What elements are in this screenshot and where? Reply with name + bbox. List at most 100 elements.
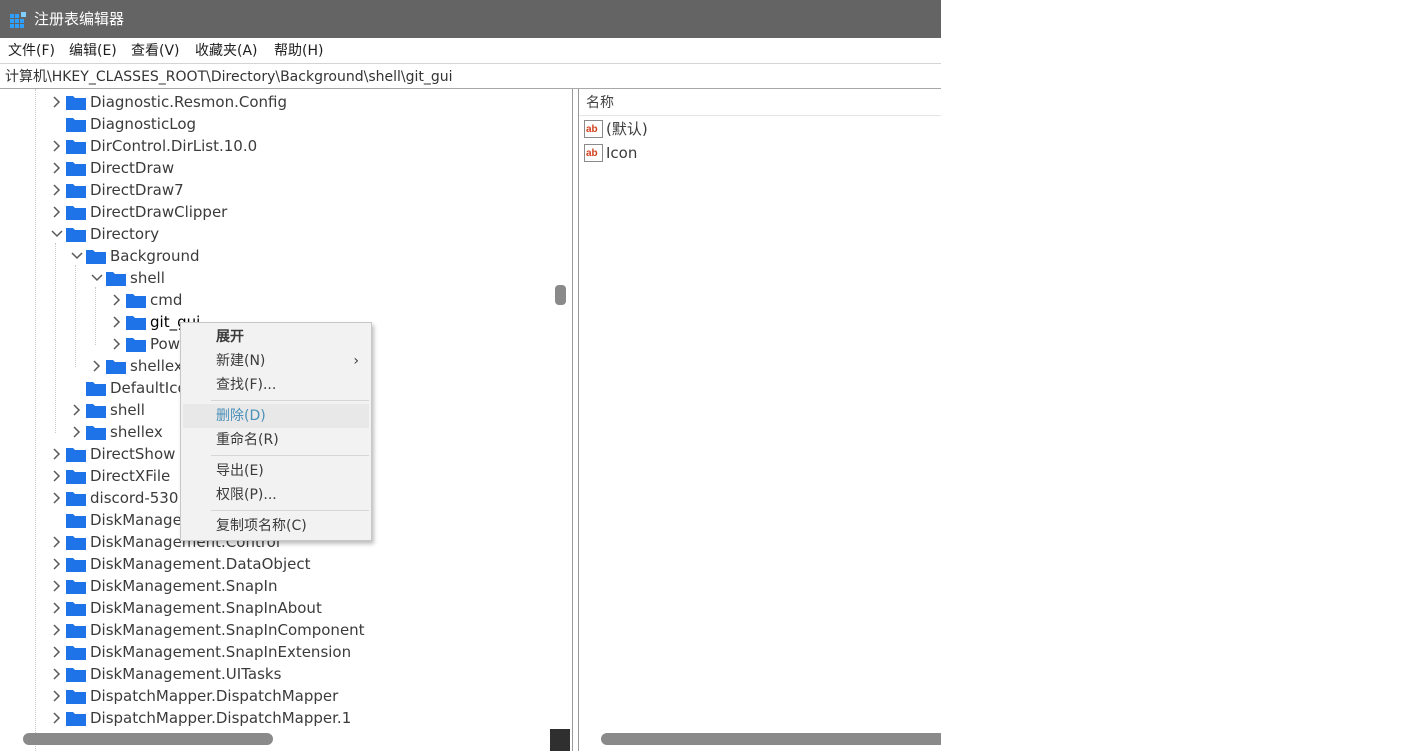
context-menu-item[interactable]: 重命名(R) bbox=[181, 428, 371, 452]
menu-file[interactable]: 文件(F) bbox=[8, 41, 55, 61]
chevron-right-icon[interactable] bbox=[90, 355, 104, 377]
folder-icon bbox=[66, 690, 86, 704]
folder-icon bbox=[106, 360, 126, 374]
folder-icon bbox=[66, 140, 86, 154]
menu-view[interactable]: 查看(V) bbox=[131, 41, 180, 61]
context-menu-item-label: 权限(P)... bbox=[216, 487, 277, 503]
chevron-right-icon[interactable] bbox=[50, 201, 64, 223]
chevron-right-icon[interactable] bbox=[110, 311, 124, 333]
svg-text:ab: ab bbox=[586, 124, 598, 135]
chevron-right-icon[interactable] bbox=[50, 443, 64, 465]
context-menu-item[interactable]: 删除(D) bbox=[183, 404, 369, 428]
tree-node-label: DiskManagement.DataObject bbox=[90, 555, 311, 573]
tree-node-label: Pow bbox=[150, 335, 180, 353]
context-menu-item[interactable]: 权限(P)... bbox=[181, 483, 371, 507]
context-menu-item-label: 复制项名称(C) bbox=[216, 518, 307, 534]
tree-node-label: Directory bbox=[90, 225, 160, 243]
tree-node-label: discord-530 bbox=[90, 489, 179, 507]
regedit-window: 注册表编辑器 文件(F) 编辑(E) 查看(V) 收藏夹(A) 帮助(H) 计算… bbox=[0, 0, 941, 751]
chevron-right-icon[interactable] bbox=[50, 179, 64, 201]
tree-node-label: DiskManagement.SnapInExtension bbox=[90, 643, 352, 661]
menu-edit[interactable]: 编辑(E) bbox=[69, 41, 117, 61]
tree-node-label: DiagnosticLog bbox=[90, 115, 197, 133]
folder-icon bbox=[66, 118, 86, 132]
folder-icon bbox=[86, 426, 106, 440]
chevron-right-icon[interactable] bbox=[50, 487, 64, 509]
menu-separator bbox=[211, 400, 369, 401]
tree-node-label: DirectDraw bbox=[90, 159, 175, 177]
tree-node-label: DirectDrawClipper bbox=[90, 203, 228, 221]
chevron-right-icon[interactable] bbox=[50, 641, 64, 663]
chevron-right-icon[interactable] bbox=[50, 91, 64, 113]
chevron-right-icon[interactable] bbox=[50, 619, 64, 641]
values-horizontal-scrollbar[interactable] bbox=[601, 733, 941, 745]
tree-node-label: shellex bbox=[130, 357, 183, 375]
folder-icon bbox=[126, 316, 146, 330]
chevron-right-icon[interactable] bbox=[50, 685, 64, 707]
chevron-right-icon[interactable] bbox=[70, 421, 84, 443]
value-name: (默认) bbox=[606, 120, 648, 138]
submenu-arrow-icon: › bbox=[353, 353, 359, 369]
column-header-label: 名称 bbox=[586, 95, 614, 111]
folder-icon bbox=[106, 272, 126, 286]
menu-separator bbox=[211, 510, 369, 511]
chevron-right-icon[interactable] bbox=[50, 465, 64, 487]
context-menu-item[interactable]: 展开 bbox=[181, 325, 371, 349]
folder-icon bbox=[126, 338, 146, 352]
chevron-right-icon[interactable] bbox=[50, 553, 64, 575]
folder-icon bbox=[66, 492, 86, 506]
folder-icon bbox=[66, 206, 86, 220]
folder-icon bbox=[66, 448, 86, 462]
folder-icon bbox=[66, 536, 86, 550]
folder-icon bbox=[66, 96, 86, 110]
chevron-right-icon[interactable] bbox=[50, 707, 64, 729]
menu-separator bbox=[211, 455, 369, 456]
folder-icon bbox=[86, 250, 106, 264]
tree-horizontal-scrollbar[interactable] bbox=[23, 733, 273, 745]
context-menu-item[interactable]: 新建(N) › bbox=[181, 349, 371, 373]
context-menu: 展开新建(N) › 查找(F)... 删除(D) 重命名(R) 导出(E) 权限(P)...… bbox=[180, 322, 372, 541]
address-bar[interactable]: 计算机\HKEY_CLASSES_ROOT\Directory\Backgrou… bbox=[0, 63, 941, 89]
address-path[interactable]: 计算机\HKEY_CLASSES_ROOT\Directory\Backgrou… bbox=[5, 67, 453, 87]
chevron-right-icon[interactable] bbox=[50, 663, 64, 685]
tree-node-label: DiskManagement.SnapInAbout bbox=[90, 599, 322, 617]
chevron-right-icon[interactable] bbox=[50, 135, 64, 157]
folder-icon bbox=[66, 558, 86, 572]
folder-icon bbox=[86, 382, 106, 396]
chevron-right-icon[interactable] bbox=[110, 289, 124, 311]
values-pane[interactable]: 名称 ab (默认) ab Icon bbox=[578, 89, 941, 751]
menu-help[interactable]: 帮助(H) bbox=[274, 41, 323, 61]
tree-node-label: DirControl.DirList.10.0 bbox=[90, 137, 258, 155]
chevron-right-icon[interactable] bbox=[50, 575, 64, 597]
chevron-right-icon[interactable] bbox=[50, 157, 64, 179]
title-bar[interactable]: 注册表编辑器 bbox=[0, 0, 941, 38]
folder-icon bbox=[86, 404, 106, 418]
folder-icon bbox=[66, 228, 86, 242]
column-header-name[interactable]: 名称 bbox=[579, 89, 941, 116]
chevron-right-icon[interactable] bbox=[110, 333, 124, 355]
context-menu-item[interactable]: 导出(E) bbox=[181, 459, 371, 483]
folder-icon bbox=[66, 668, 86, 682]
chevron-right-icon[interactable] bbox=[50, 597, 64, 619]
tree-node-label: DispatchMapper.DispatchMapper.1 bbox=[90, 709, 352, 727]
menu-favorites[interactable]: 收藏夹(A) bbox=[195, 41, 258, 61]
chevron-right-icon[interactable] bbox=[50, 531, 64, 553]
context-menu-item[interactable]: 复制项名称(C) bbox=[181, 514, 371, 538]
context-menu-item-label: 删除(D) bbox=[216, 408, 266, 424]
tree-vertical-scrollbar[interactable] bbox=[555, 285, 566, 305]
context-menu-item-label: 展开 bbox=[216, 329, 244, 345]
folder-icon bbox=[66, 580, 86, 594]
tree-node-label: Diagnostic.Resmon.Config bbox=[90, 93, 287, 111]
chevron-down-icon[interactable] bbox=[50, 223, 64, 245]
folder-icon bbox=[66, 470, 86, 484]
chevron-right-icon[interactable] bbox=[70, 399, 84, 421]
regedit-icon bbox=[10, 12, 26, 28]
chevron-down-icon[interactable] bbox=[70, 245, 84, 267]
chevron-down-icon[interactable] bbox=[90, 267, 104, 289]
tree-node-label: shell bbox=[130, 269, 165, 287]
tree-node-label: DiskManagement.SnapIn bbox=[90, 577, 278, 595]
context-menu-item[interactable]: 查找(F)... bbox=[181, 373, 371, 397]
tree-node-label: Background bbox=[110, 247, 200, 265]
tree-node-label: shellex bbox=[110, 423, 163, 441]
tree-node-label: DirectXFile bbox=[90, 467, 171, 485]
